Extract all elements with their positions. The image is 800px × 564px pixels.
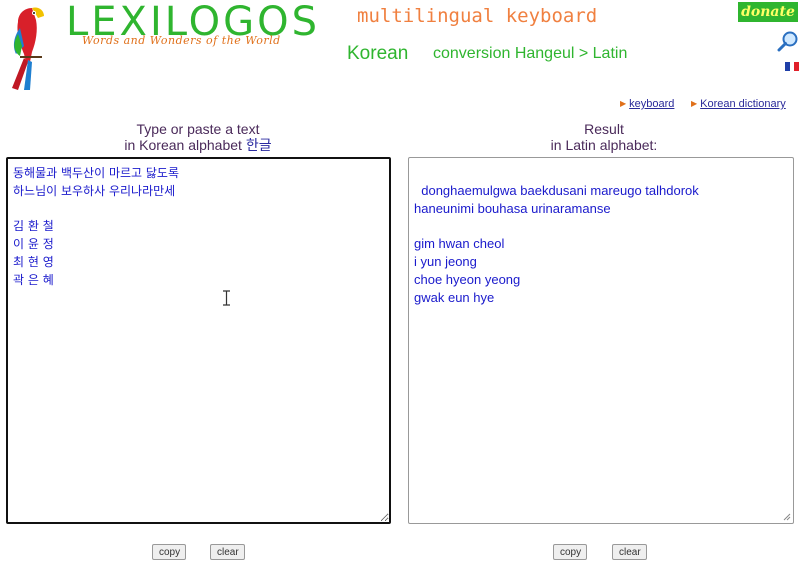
arrow-right-icon: ▶ bbox=[620, 99, 627, 108]
conversion-label: conversion Hangeul > Latin bbox=[433, 45, 628, 62]
input-heading-prefix: in Korean alphabet bbox=[124, 137, 246, 153]
result-heading-line2: in Latin alphabet: bbox=[550, 137, 658, 153]
input-heading-line1: Type or paste a text bbox=[136, 121, 260, 137]
french-flag-icon[interactable] bbox=[785, 62, 800, 71]
resize-grip-icon[interactable] bbox=[783, 513, 791, 521]
hangul-word: 한글 bbox=[245, 137, 272, 153]
copy-result-button[interactable]: copy bbox=[553, 544, 587, 560]
keyboard-link[interactable]: ▶ keyboard bbox=[620, 98, 674, 110]
clear-result-button[interactable]: clear bbox=[612, 544, 647, 560]
copy-input-button[interactable]: copy bbox=[152, 544, 186, 560]
parrot-logo-icon[interactable] bbox=[2, 2, 58, 92]
site-subtitle: multilingual keyboard bbox=[357, 5, 598, 27]
keyboard-link-label[interactable]: keyboard bbox=[629, 98, 674, 110]
language-name: Korean bbox=[347, 43, 409, 64]
text-cursor-icon bbox=[223, 290, 230, 306]
input-heading-line2: in Korean alphabet 한글 bbox=[8, 137, 388, 153]
arrow-right-icon: ▶ bbox=[691, 99, 698, 108]
korean-dictionary-link-label[interactable]: Korean dictionary bbox=[700, 98, 786, 110]
latin-output[interactable]: donghaemulgwa baekdusani mareugo talhdor… bbox=[408, 157, 794, 524]
clear-input-button[interactable]: clear bbox=[210, 544, 245, 560]
input-heading: Type or paste a text in Korean alphabet … bbox=[8, 121, 388, 153]
logo-tagline: Words and Wonders of the World bbox=[82, 34, 281, 47]
result-heading-line1: Result bbox=[584, 121, 624, 137]
search-icon[interactable] bbox=[777, 30, 799, 52]
donate-button[interactable]: donate bbox=[738, 2, 798, 22]
korean-input[interactable]: 동해물과 백두산이 마르고 닳도록 하느님이 보우하사 우리나라만세 김 환 철… bbox=[6, 157, 391, 524]
latin-output-text: donghaemulgwa baekdusani mareugo talhdor… bbox=[414, 182, 699, 305]
result-heading: Result in Latin alphabet: bbox=[408, 121, 800, 153]
korean-dictionary-link[interactable]: ▶ Korean dictionary bbox=[691, 98, 786, 110]
